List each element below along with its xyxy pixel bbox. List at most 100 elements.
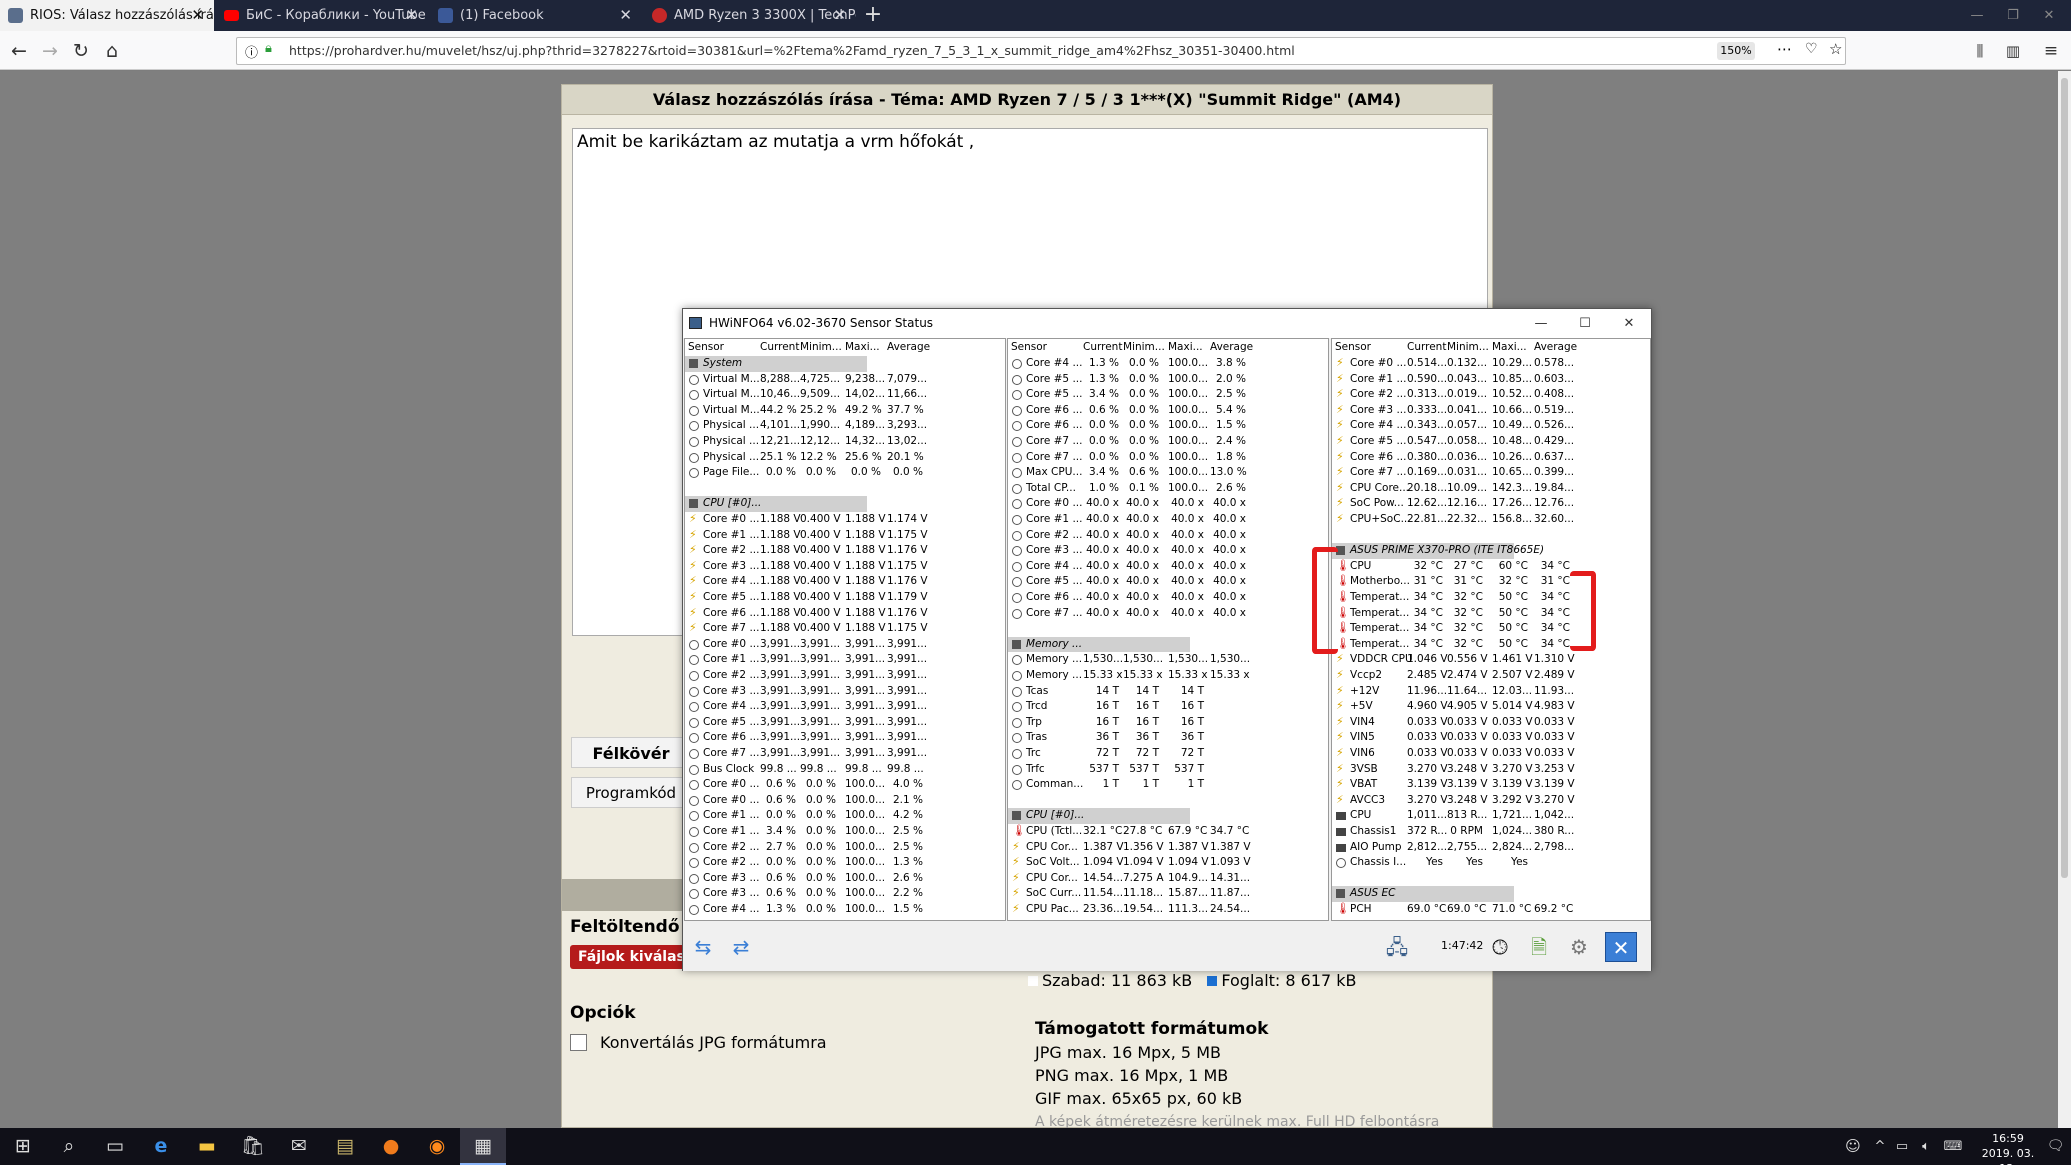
home-icon[interactable]: ⌂: [99, 38, 125, 64]
sensor-row[interactable]: Comman... 1 T 1 T 1 T: [1008, 777, 1328, 793]
sensor-row[interactable]: ⚡ 3VSB 3.270 V 3.248 V 3.270 V 3.253 V: [1332, 762, 1650, 778]
new-tab-plus-icon[interactable]: +: [858, 0, 888, 31]
sensor-row[interactable]: ⚡ Core #3 ... 0.333... 0.041... 10.66... 0.51…: [1332, 403, 1650, 419]
sensor-row[interactable]: 🌡︎ Temperat... 34 °C 32 °C 50 °C 34 °C: [1332, 606, 1650, 622]
sensor-row[interactable]: ⚡ Core #3 ... 1.188 V 0.400 V 1.188 V 1.175 V: [685, 559, 1005, 575]
sensor-row[interactable]: Core #5 ... 1.3 % 0.0 % 100.0... 2.0 %: [1008, 372, 1328, 388]
sensor-row[interactable]: 🌡︎ Temperat... 34 °C 32 °C 50 °C 34 °C: [1332, 590, 1650, 606]
sensor-row[interactable]: Virtual M... 8,288... 4,725... 9,238... 7,07…: [685, 372, 1005, 388]
browser-tab[interactable]: БиС - Кораблики - YouTube ✕: [216, 0, 428, 31]
store-icon[interactable]: 🛍︎: [230, 1128, 276, 1165]
sensor-row[interactable]: ⚡ SoC Volt... 1.094 V 1.094 V 1.094 V 1.093 V: [1008, 855, 1328, 871]
sensor-row[interactable]: Virtual M... 10,46... 9,509... 14,02... 11,6…: [685, 387, 1005, 403]
sensor-row[interactable]: Core #0 ... 0.6 % 0.0 % 100.0... 2.1 %: [685, 793, 1005, 809]
sensor-row[interactable]: 🌡︎ CPU 32 °C 27 °C 60 °C 34 °C: [1332, 559, 1650, 575]
sensor-pane-1[interactable]: Sensor Current Minim... Maxi... Average Syste…: [684, 338, 1006, 921]
sensor-row[interactable]: ⚡ +5V 4.960 V 4.905 V 5.014 V 4.983 V: [1332, 699, 1650, 715]
sensor-row[interactable]: Total CP... 1.0 % 0.1 % 100.0... 2.6 %: [1008, 481, 1328, 497]
sensor-row[interactable]: ⚡ VBAT 3.139 V 3.139 V 3.139 V 3.139 V: [1332, 777, 1650, 793]
sensor-row[interactable]: Memory ... 15.33 x 15.33 x 15.33 x 15.33 x: [1008, 668, 1328, 684]
sensor-row[interactable]: Core #1 ... 3.4 % 0.0 % 100.0... 2.5 %: [685, 824, 1005, 840]
sensor-row[interactable]: ⚡ Core #1 ... 0.590... 0.043... 10.85... 0.60…: [1332, 372, 1650, 388]
keyboard-icon[interactable]: ⌨: [1938, 1128, 1968, 1165]
sensor-row[interactable]: ⚡ Core #7 ... 0.169... 0.031... 10.65... 0.39…: [1332, 465, 1650, 481]
sensor-row[interactable]: Core #4 ... 3,991... 3,991... 3,991... 3,991…: [685, 699, 1005, 715]
hwinfo-minimize-icon[interactable]: —: [1519, 309, 1563, 338]
sensor-row[interactable]: ⚡ Core #2 ... 1.188 V 0.400 V 1.188 V 1.176 V: [685, 543, 1005, 559]
volume-icon[interactable]: 🔈︎: [1914, 1128, 1938, 1165]
tab-close-icon[interactable]: ✕: [191, 0, 204, 31]
search-icon[interactable]: ⌕: [46, 1128, 92, 1165]
sensor-row[interactable]: 🌡︎ Temperat... 34 °C 32 °C 50 °C 34 °C: [1332, 621, 1650, 637]
sensor-row[interactable]: Core #6 ... 0.0 % 0.0 % 100.0... 1.5 %: [1008, 418, 1328, 434]
library-icon[interactable]: ⫼: [1967, 38, 1993, 64]
sensor-row[interactable]: Physical ... 4,101... 1,990... 4,189... 3,29…: [685, 418, 1005, 434]
sensor-row[interactable]: Core #1 ... 40.0 x 40.0 x 40.0 x 40.0 x: [1008, 512, 1328, 528]
close-window-icon[interactable]: ✕: [2032, 0, 2066, 31]
sensor-row[interactable]: Core #3 ... 0.6 % 0.0 % 100.0... 2.6 %: [685, 871, 1005, 887]
minimize-icon[interactable]: —: [1960, 0, 1994, 31]
sensor-row[interactable]: Core #7 ... 0.0 % 0.0 % 100.0... 2.4 %: [1008, 434, 1328, 450]
zoom-level[interactable]: 150%: [1717, 42, 1755, 60]
tray-chevron-icon[interactable]: ^: [1870, 1128, 1890, 1165]
browser-tab-active[interactable]: RIOS: Válasz hozzászólás írása ✕: [0, 0, 214, 31]
active-app-icon[interactable]: ▦: [460, 1128, 506, 1165]
sensor-row[interactable]: ⚡ Core #4 ... 1.188 V 0.400 V 1.188 V 1.176 V: [685, 574, 1005, 590]
sensor-row[interactable]: Physical ... 12,21... 12,12... 14,32... 13,0…: [685, 434, 1005, 450]
tab-close-icon[interactable]: ✕: [405, 0, 418, 31]
sensor-row[interactable]: Trcd 16 T 16 T 16 T: [1008, 699, 1328, 715]
sensor-group-header[interactable]: ASUS EC: [1332, 886, 1514, 902]
start-windows-icon[interactable]: ⊞: [0, 1128, 46, 1165]
sensor-row[interactable]: Core #7 ... 3,991... 3,991... 3,991... 3,991…: [685, 746, 1005, 762]
sensor-row[interactable]: Core #6 ... 0.6 % 0.0 % 100.0... 5.4 %: [1008, 403, 1328, 419]
comment-text[interactable]: Amit be karikáztam az mutatja a vrm hőfo…: [577, 132, 974, 152]
sensor-row[interactable]: AIO Pump 2,812... 2,755... 2,824... 2,798...: [1332, 840, 1650, 856]
sensor-group-header[interactable]: CPU [#0]...: [685, 496, 867, 512]
page-scrollbar-thumb[interactable]: [2061, 78, 2068, 878]
sensor-row[interactable]: Core #6 ... 3,991... 3,991... 3,991... 3,991…: [685, 730, 1005, 746]
column-header[interactable]: Current: [760, 340, 799, 356]
sensor-group-header[interactable]: CPU [#0]...: [1008, 808, 1190, 824]
pane-header[interactable]: Sensor Current Minim... Maxi... Average: [685, 340, 1005, 356]
sensor-row[interactable]: Core #4 ... 1.3 % 0.0 % 100.0... 3.8 %: [1008, 356, 1328, 372]
sensor-row[interactable]: ⚡ Core #5 ... 0.547... 0.058... 10.48... 0.42…: [1332, 434, 1650, 450]
sensor-row[interactable]: ⚡ Core #0 ... 0.514... 0.132... 10.29... 0.57…: [1332, 356, 1650, 372]
sensor-row[interactable]: ⚡ Core #4 ... 0.343... 0.057... 10.49... 0.52…: [1332, 418, 1650, 434]
sensor-row[interactable]: ⚡ Core #7 ... 1.188 V 0.400 V 1.188 V 1.175 V: [685, 621, 1005, 637]
sensor-row[interactable]: Core #6 ... 40.0 x 40.0 x 40.0 x 40.0 x: [1008, 590, 1328, 606]
sensor-row[interactable]: Virtual M... 44.2 % 25.2 % 49.2 % 37.7 %: [685, 403, 1005, 419]
sensor-row[interactable]: Trc 72 T 72 T 72 T: [1008, 746, 1328, 762]
sensor-row[interactable]: ⚡ VIN6 0.033 V 0.033 V 0.033 V 0.033 V: [1332, 746, 1650, 762]
sensor-row[interactable]: 🌡︎ CPU (Tctl... 32.1 °C 27.8 °C 67.9 °C 34.7 …: [1008, 824, 1328, 840]
sensor-group-header[interactable]: ASUS PRIME X370-PRO (ITE IT8665E): [1332, 543, 1544, 559]
sensor-row[interactable]: Memory ... 1,530... 1,530... 1,530... 1,530.…: [1008, 652, 1328, 668]
bookmark-star-icon[interactable]: ☆: [1829, 40, 1842, 58]
info-icon[interactable]: ⓘ: [245, 42, 258, 61]
sensor-row[interactable]: Core #3 ... 0.6 % 0.0 % 100.0... 2.2 %: [685, 886, 1005, 902]
file-explorer-icon[interactable]: ▬: [184, 1128, 230, 1165]
column-header[interactable]: Sensor: [688, 340, 724, 356]
sensor-row[interactable]: Core #0 ... 0.6 % 0.0 % 100.0... 4.0 %: [685, 777, 1005, 793]
column-header[interactable]: Minim...: [1123, 340, 1165, 356]
browser-tab[interactable]: (1) Facebook ✕: [430, 0, 642, 31]
pocket-icon[interactable]: ♡: [1805, 41, 1818, 57]
forward-arrow-icon[interactable]: →: [37, 38, 63, 64]
url-bar[interactable]: ⓘ 🔒︎ https://prohardver.hu/muvelet/hsz/u…: [236, 37, 1846, 65]
sensor-row[interactable]: ⚡ Core #6 ... 0.380... 0.036... 10.26... 0.63…: [1332, 450, 1650, 466]
column-header[interactable]: Minim...: [800, 340, 842, 356]
sensor-group-header[interactable]: Memory ...: [1008, 636, 1190, 653]
sensor-row[interactable]: Bus Clock 99.8 ... 99.8 ... 99.8 ... 99.8 ..…: [685, 762, 1005, 778]
sensor-row[interactable]: Core #0 ... 3,991... 3,991... 3,991... 3,991…: [685, 637, 1005, 653]
sensor-row[interactable]: Core #7 ... 40.0 x 40.0 x 40.0 x 40.0 x: [1008, 606, 1328, 622]
column-header[interactable]: Maxi...: [845, 340, 880, 356]
sensor-row[interactable]: ⚡ SoC Pow... 12.62... 12.16... 17.26... 12.76…: [1332, 496, 1650, 512]
hwinfo-taskbar-icon[interactable]: ▤: [322, 1128, 368, 1165]
sensor-row[interactable]: ⚡ CPU Pac... 23.36... 19.54... 111.3... 24.54…: [1008, 902, 1328, 918]
sensor-row[interactable]: ⚡ SoC Curr... 11.54... 11.18... 15.87... 11.8…: [1008, 886, 1328, 902]
hwinfo-titlebar[interactable]: HWiNFO64 v6.02-3670 Sensor Status: [683, 309, 1651, 338]
sensor-row[interactable]: Core #2 ... 2.7 % 0.0 % 100.0... 2.5 %: [685, 840, 1005, 856]
sensor-row[interactable]: Trp 16 T 16 T 16 T: [1008, 715, 1328, 731]
column-header[interactable]: Minim...: [1447, 340, 1489, 356]
edge-icon[interactable]: e: [138, 1128, 184, 1165]
sensor-row[interactable]: Tras 36 T 36 T 36 T: [1008, 730, 1328, 746]
